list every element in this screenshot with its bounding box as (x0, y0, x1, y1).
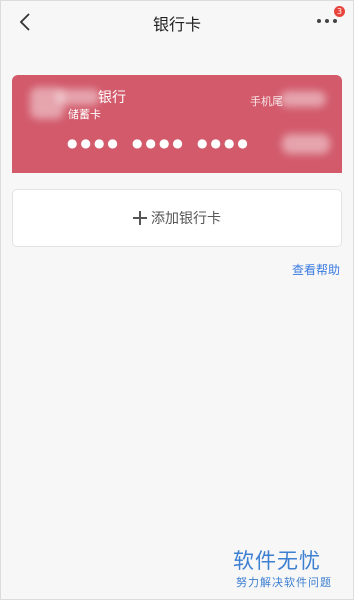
card-type: 储蓄卡 (68, 108, 101, 121)
plus-icon (133, 211, 147, 225)
more-dots-icon[interactable] (317, 19, 339, 25)
masked-number-group-2: ●●●● (132, 136, 186, 150)
watermark-subtitle: 努力解决软件问题 (236, 576, 332, 589)
screen: 银行卡 3 银行 储蓄卡 手机尾 ●●●● ●●●● ●●●● 添加银行卡 查看… (0, 0, 354, 600)
phone-tail-blur (280, 91, 326, 107)
add-bank-card-label: 添加银行卡 (151, 211, 221, 227)
bank-card[interactable]: 银行 储蓄卡 手机尾 ●●●● ●●●● ●●●● (12, 75, 342, 173)
card-number-tail-blur (282, 134, 330, 154)
phone-tail-label: 手机尾 (250, 95, 283, 108)
notification-badge: 3 (334, 6, 345, 17)
add-bank-card-button[interactable]: 添加银行卡 (12, 189, 342, 247)
watermark-title: 软件无忧 (233, 549, 321, 573)
page-title: 银行卡 (152, 15, 201, 34)
masked-number-group-1: ●●●● (67, 136, 121, 150)
masked-number-group-3: ●●●● (197, 136, 251, 150)
add-bank-card-row: 添加银行卡 (13, 208, 341, 228)
bank-name: 银行 (98, 90, 126, 106)
help-link[interactable]: 查看帮助 (292, 261, 340, 278)
nav-bar: 银行卡 3 (1, 1, 353, 43)
bank-name-blur (56, 89, 100, 105)
